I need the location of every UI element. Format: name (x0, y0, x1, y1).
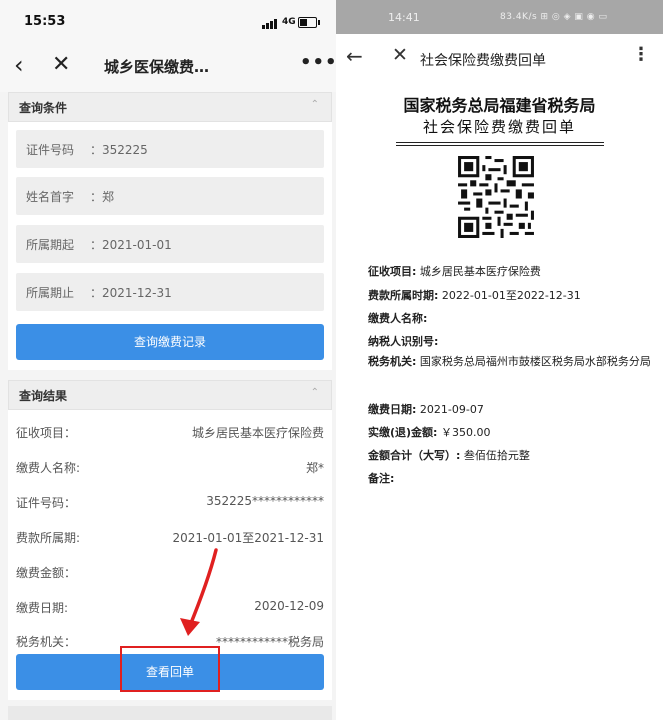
receipt-field-label: 征收项目: (368, 265, 417, 278)
receipt-field-amount-words: 金额合计（大写）: 叁佰伍拾元整 (368, 447, 530, 463)
more-icon[interactable]: ••• (300, 52, 336, 73)
receipt-field-value: 城乡居民基本医疗保险费 (419, 265, 541, 278)
battery-icon (298, 17, 320, 28)
page-title: 城乡医保缴费… (104, 58, 210, 76)
query-section-header[interactable]: 查询条件 ⌃ (8, 92, 332, 122)
result-value: 郑* (305, 461, 324, 475)
receipt-field-label: 纳税人识别号: (368, 335, 439, 348)
close-icon[interactable]: ✕ (52, 50, 70, 80)
result-row: 征收项目： 城乡居民基本医疗保险费 (16, 420, 324, 444)
result-label: 缴费人名称: (16, 461, 81, 475)
receipt-field-value: 2021-09-07 (419, 403, 484, 416)
field-value[interactable]: ：352225 (90, 141, 148, 158)
receipt-field-payment-date: 缴费日期: 2021-09-07 (368, 401, 484, 417)
receipt-field-tax-office: 税务机关: 国家税务总局福州市鼓楼区税务局水部税务分局 (368, 352, 653, 372)
bottom-bar (8, 706, 332, 720)
back-arrow-icon[interactable]: ‹ (14, 50, 24, 80)
query-records-button[interactable]: 查询缴费记录 (16, 324, 324, 360)
result-row: 缴费金额： (16, 560, 324, 584)
field-label: 姓名首字 (26, 190, 75, 204)
receipt-field-value: 国家税务总局福州市鼓楼区税务局水部税务分局 (419, 355, 651, 368)
result-label: 证件号码： (16, 496, 77, 510)
field-label: 所属期起 (26, 238, 75, 252)
left-phone-screen: 15:53 4G ‹ ✕ 城乡医保缴费… ••• 查询条件 ⌃ 证件号码 ：35… (0, 0, 336, 720)
receipt-field-label: 金额合计（大写）: (368, 449, 461, 462)
receipt-field-taxpayer-id: 纳税人识别号: (368, 333, 438, 349)
receipt-field-label: 缴费日期: (368, 403, 417, 416)
result-section-header[interactable]: 查询结果 ⌃ (8, 380, 332, 410)
result-value: 城乡居民基本医疗保险费 (191, 426, 324, 440)
query-field-period-start[interactable]: 所属期起 ：2021-01-01 (16, 225, 324, 263)
status-time: 14:41 (388, 11, 420, 24)
field-label: 证件号码 (26, 143, 75, 157)
title-underline (396, 142, 604, 143)
result-row: 缴费日期: 2020-12-09 (16, 595, 324, 619)
qr-code-icon (458, 156, 534, 238)
result-row: 费款所属期: 2021-01-01至2021-12-31 (16, 525, 324, 549)
receipt-field-payer-name: 缴费人名称: (368, 310, 427, 326)
close-icon[interactable]: ✕ (392, 44, 408, 66)
query-section-title: 查询条件 (19, 101, 68, 115)
status-bar: 14:41 83.4K/s ⊞ ◎ ◈ ▣ ◉ ▭ (336, 0, 663, 34)
network-label: 4G (282, 17, 296, 27)
document-issuer: 国家税务总局福建省税务局 (403, 96, 596, 115)
result-value: 352225************ (206, 494, 324, 508)
field-value[interactable]: ：郑 (90, 188, 114, 205)
query-field-id-number[interactable]: 证件号码 ：352225 (16, 130, 324, 168)
status-bar: 15:53 4G (0, 0, 336, 40)
result-label: 缴费金额： (16, 566, 77, 580)
query-field-name-initial[interactable]: 姓名首字 ：郑 (16, 177, 324, 215)
document-title: 社会保险费缴费回单 (422, 118, 576, 136)
status-indicators: 83.4K/s ⊞ ◎ ◈ ▣ ◉ ▭ (500, 12, 608, 22)
receipt-field-value: ￥350.00 (440, 426, 491, 439)
result-label: 缴费日期: (16, 601, 69, 615)
result-label: 费款所属期: (16, 531, 81, 545)
receipt-field-remarks: 备注: (368, 470, 394, 486)
highlight-box-annotation (120, 646, 220, 692)
page-title: 社会保险费缴费回单 (420, 53, 546, 69)
query-field-period-end[interactable]: 所属期止 ：2021-12-31 (16, 273, 324, 311)
receipt-field-label: 备注: (368, 472, 395, 485)
chevron-up-icon[interactable]: ⌃ (311, 387, 319, 398)
receipt-field-item: 征收项目: 城乡居民基本医疗保险费 (368, 263, 541, 279)
result-value: 2021-01-01至2021-12-31 (172, 531, 324, 545)
receipt-field-value: 2022-01-01至2022-12-31 (441, 289, 581, 302)
title-underline (396, 145, 604, 146)
receipt-field-period: 费款所属时期: 2022-01-01至2022-12-31 (368, 287, 581, 303)
back-arrow-icon[interactable]: ← (346, 44, 363, 68)
field-label: 所属期止 (26, 286, 75, 300)
status-time: 15:53 (24, 14, 66, 29)
receipt-field-label: 实缴(退)金额: (368, 426, 438, 439)
receipt-field-label: 税务机关: (368, 355, 417, 368)
result-value: ************税务局 (215, 635, 324, 649)
result-section-title: 查询结果 (19, 389, 68, 403)
result-label: 税务机关： (16, 635, 77, 649)
result-label: 征收项目： (16, 426, 77, 440)
receipt-field-label: 缴费人名称: (368, 312, 428, 325)
result-row: 缴费人名称: 郑* (16, 455, 324, 479)
red-arrow-annotation (180, 548, 218, 636)
nav-bar: ‹ ✕ 城乡医保缴费… ••• (0, 40, 336, 92)
result-value: 2020-12-09 (254, 599, 324, 613)
field-value[interactable]: ：2021-01-01 (90, 236, 172, 253)
result-row: 证件号码： 352225************ (16, 490, 324, 514)
receipt-field-value: 叁佰伍拾元整 (463, 449, 530, 462)
field-value[interactable]: ：2021-12-31 (90, 284, 172, 301)
more-icon[interactable]: ⋮ (632, 44, 650, 65)
receipt-field-amount: 实缴(退)金额: ￥350.00 (368, 424, 490, 440)
nav-bar: ← ✕ 社会保险费缴费回单 ⋮ (336, 34, 663, 82)
chevron-up-icon[interactable]: ⌃ (311, 99, 319, 110)
signal-icon (262, 19, 278, 29)
receipt-field-label: 费款所属时期: (368, 289, 439, 302)
